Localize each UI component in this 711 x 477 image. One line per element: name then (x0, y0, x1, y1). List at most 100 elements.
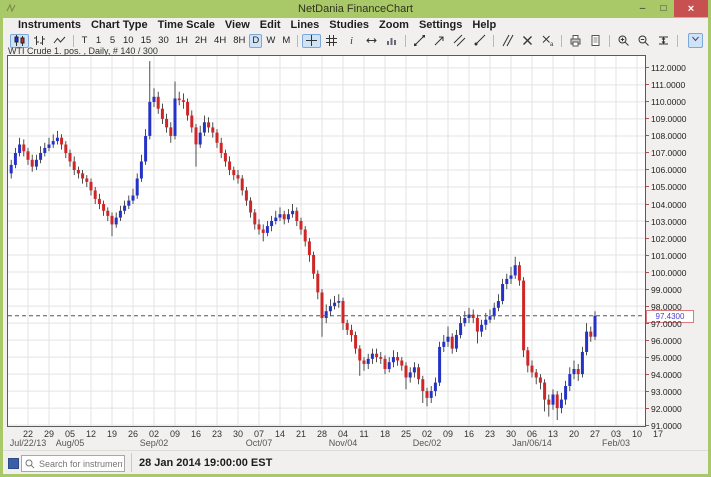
trend-line-button[interactable] (410, 34, 429, 48)
statusbar-divider (131, 453, 132, 472)
zoom-in-icon (617, 34, 630, 47)
price-tick (646, 289, 649, 290)
volume-icon (385, 34, 398, 47)
menu-item-settings[interactable]: Settings (419, 19, 462, 31)
price-tick-label: 110.0000 (651, 97, 686, 107)
timeframe-button-w[interactable]: W (263, 34, 278, 48)
zoom-reset-button[interactable] (654, 34, 673, 48)
trend-arrow-icon (433, 34, 446, 47)
info-icon: i (345, 34, 358, 47)
date-tick-label: 27 (590, 429, 600, 439)
channel-button[interactable] (450, 34, 469, 48)
toolbar-overflow-button[interactable] (688, 33, 703, 48)
delete-button[interactable] (518, 34, 537, 48)
price-tick-label: 99.0000 (651, 285, 682, 295)
price-tick (646, 169, 649, 170)
print-button[interactable] (566, 34, 585, 48)
trend-line-icon (413, 34, 426, 47)
month-tick-label: Aug/05 (56, 438, 85, 448)
price-tick (646, 221, 649, 222)
delete-all-icon: a (541, 34, 554, 47)
timeframe-button-m[interactable]: M (279, 34, 293, 48)
month-tick-label: Jul/22/13 (10, 438, 47, 448)
search-input[interactable] (37, 456, 125, 471)
info-button[interactable]: i (342, 34, 361, 48)
price-tick (646, 408, 649, 409)
timeframe-button-2h[interactable]: 2H (192, 34, 210, 48)
volume-button[interactable] (382, 34, 401, 48)
menu-item-studies[interactable]: Studies (329, 19, 369, 31)
toolbar-separator (297, 35, 298, 47)
price-axis[interactable]: 97.4300 112.0000111.0000110.0000109.0000… (646, 56, 708, 426)
month-tick-label: Dec/02 (413, 438, 442, 448)
zoom-in-button[interactable] (614, 34, 633, 48)
price-tick-label: 102.0000 (651, 234, 686, 244)
price-tick (646, 374, 649, 375)
timestamp-label: 28 Jan 2014 19:00:00 EST (139, 451, 272, 475)
svg-text:a: a (550, 42, 554, 47)
delete-icon (521, 34, 534, 47)
connection-status-icon (8, 458, 19, 469)
search-box[interactable] (21, 455, 125, 472)
date-tick-label: 09 (170, 429, 180, 439)
menu-item-zoom[interactable]: Zoom (379, 19, 409, 31)
date-tick-label: 30 (233, 429, 243, 439)
price-tick (646, 306, 649, 307)
menu-item-instruments[interactable]: Instruments (18, 19, 81, 31)
channel-icon (453, 34, 466, 47)
month-tick-label: Jan/06/14 (512, 438, 552, 448)
timeframe-button-4h[interactable]: 4H (211, 34, 229, 48)
date-tick-label: 18 (380, 429, 390, 439)
pan-button[interactable] (362, 34, 381, 48)
price-tick-label: 105.0000 (651, 182, 686, 192)
ray-button[interactable] (470, 34, 489, 48)
candlestick-plot[interactable] (8, 56, 645, 426)
timeframe-button-d[interactable]: D (249, 34, 262, 48)
chart-plot[interactable] (7, 55, 646, 427)
menu-bar: Instruments Chart Type Time Scale View Edit L… (3, 18, 708, 32)
date-tick-label: 21 (296, 429, 306, 439)
trend-arrow-button[interactable] (430, 34, 449, 48)
price-tick-label: 94.0000 (651, 370, 682, 380)
date-tick-label: 10 (632, 429, 642, 439)
timeframe-button-1h[interactable]: 1H (173, 34, 191, 48)
crosshair-button[interactable] (302, 34, 321, 48)
menu-item-time-scale[interactable]: Time Scale (158, 19, 215, 31)
price-tick (646, 357, 649, 358)
price-tick (646, 186, 649, 187)
svg-text:i: i (350, 36, 353, 47)
zoom-out-icon (637, 34, 650, 47)
menu-item-help[interactable]: Help (472, 19, 496, 31)
price-tick-label: 109.0000 (651, 114, 686, 124)
print-preview-button[interactable] (586, 34, 605, 48)
maximize-button[interactable]: □ (653, 0, 674, 17)
price-tick-label: 93.0000 (651, 387, 682, 397)
menu-item-lines[interactable]: Lines (291, 19, 320, 31)
menu-item-view[interactable]: View (225, 19, 250, 31)
date-tick-label: 25 (401, 429, 411, 439)
price-tick (646, 238, 649, 239)
zoom-out-button[interactable] (634, 34, 653, 48)
timeframe-button-8h[interactable]: 8H (230, 34, 248, 48)
ray-icon (473, 34, 486, 47)
grid-button[interactable] (322, 34, 341, 48)
minimize-button[interactable]: – (632, 0, 653, 17)
price-tick-label: 101.0000 (651, 251, 686, 261)
title-bar[interactable]: NetDania FinanceChart – □ × (0, 0, 711, 18)
price-tick-label: 108.0000 (651, 131, 686, 141)
print-icon (569, 34, 582, 47)
price-tick-label: 92.0000 (651, 404, 682, 414)
price-tick (646, 340, 649, 341)
crosshair-icon (305, 34, 318, 47)
parallel-lines-button[interactable] (498, 34, 517, 48)
pan-icon (365, 34, 378, 47)
price-tick (646, 255, 649, 256)
time-axis[interactable]: 2229051219260209162330071421280411182502… (3, 427, 708, 448)
price-tick (646, 101, 649, 102)
menu-item-edit[interactable]: Edit (260, 19, 281, 31)
delete-all-button[interactable]: a (538, 34, 557, 48)
close-button[interactable]: × (674, 0, 708, 17)
date-tick-label: 23 (212, 429, 222, 439)
price-tick-label: 98.0000 (651, 302, 682, 312)
menu-item-chart-type[interactable]: Chart Type (91, 19, 148, 31)
